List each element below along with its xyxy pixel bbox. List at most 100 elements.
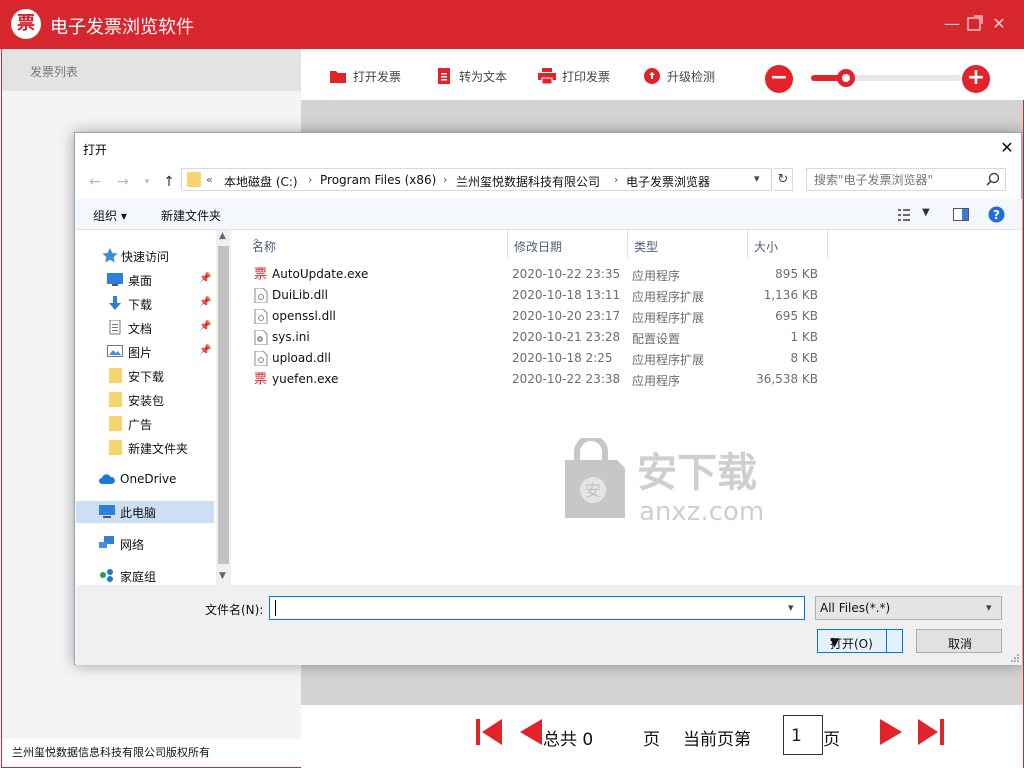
watermark-logo: 安 安下载 anxz.com	[565, 438, 764, 523]
refresh-button[interactable]: ↻	[774, 168, 793, 191]
file-list: 名称 ^ 修改日期 类型 大小 票 AutoUpdate.exe 2020-10…	[231, 230, 1022, 585]
recent-locations-button[interactable]: ▾	[137, 172, 157, 192]
invoice-app-icon: 票	[254, 267, 268, 282]
convert-to-text-button[interactable]: 转为文本	[435, 66, 507, 86]
resize-grip-icon[interactable]	[1010, 653, 1020, 663]
first-page-button[interactable]	[474, 717, 504, 747]
document-icon	[438, 68, 450, 84]
file-type-filter[interactable]: All Files(*.*) ▾	[815, 596, 1002, 620]
column-header-type[interactable]: 类型	[628, 230, 748, 259]
column-header-name[interactable]: 名称 ^	[246, 230, 508, 259]
pin-icon: 📌	[199, 345, 212, 356]
address-overflow[interactable]: «	[206, 173, 213, 186]
breadcrumb-local-disk[interactable]: 本地磁盘 (C:)	[224, 173, 298, 190]
view-options-dropdown-icon[interactable]: ▼	[922, 207, 930, 218]
nav-homegroup[interactable]: 家庭组	[76, 565, 216, 585]
filename-label: 文件名(N):	[205, 603, 264, 617]
network-icon	[99, 536, 114, 548]
nav-item-downloads[interactable]: 下载 📌	[76, 293, 216, 315]
nav-item-documents[interactable]: 文档 📌	[76, 317, 216, 339]
open-options-dropdown-icon[interactable]: ▼	[830, 635, 839, 649]
breadcrumb-program-files[interactable]: Program Files (x86)	[320, 173, 436, 187]
current-page-input[interactable]: 1	[783, 715, 823, 755]
file-row[interactable]: openssl.dll 2020-10-20 23:17 应用程序扩展 695 …	[249, 306, 829, 327]
file-row[interactable]: 票 yuefen.exe 2020-10-22 23:38 应用程序 36,53…	[249, 369, 829, 390]
dll-file-icon	[254, 288, 268, 303]
nav-quick-access[interactable]: 快速访问	[76, 245, 216, 267]
print-invoice-button[interactable]: 打印发票	[538, 66, 610, 86]
last-page-button[interactable]	[916, 717, 946, 747]
nav-item-anxiazai[interactable]: 安下载	[76, 365, 216, 387]
filename-combobox[interactable]: ▾	[269, 596, 805, 620]
maximize-button[interactable]	[965, 14, 985, 34]
organize-menu[interactable]: 组织 ▾	[93, 207, 127, 224]
previous-page-button[interactable]	[518, 717, 544, 747]
nav-item-ads[interactable]: 广告	[76, 413, 216, 435]
app-titlebar: 票 电子发票浏览软件 — ✕	[0, 0, 1024, 49]
column-header-size[interactable]: 大小	[748, 230, 828, 259]
download-icon	[109, 296, 121, 310]
breadcrumb-company[interactable]: 兰州玺悦数据科技有限公司	[456, 173, 600, 190]
navigation-scrollbar[interactable]: ▲ ▼	[216, 230, 231, 585]
next-page-button[interactable]	[878, 717, 904, 747]
cancel-button[interactable]: 取消	[916, 629, 1002, 653]
breadcrumb-separator: ›	[614, 173, 619, 186]
open-button[interactable]: 打开(O) ▼	[817, 629, 903, 653]
chevron-down-icon: ▾	[986, 601, 992, 614]
preview-pane-icon[interactable]	[953, 208, 969, 221]
scroll-down-icon[interactable]: ▼	[219, 571, 226, 581]
column-header-date[interactable]: 修改日期	[508, 230, 628, 259]
file-row[interactable]: 票 AutoUpdate.exe 2020-10-22 23:35 应用程序 8…	[249, 264, 829, 285]
nav-network[interactable]: 网络	[76, 533, 216, 555]
folder-icon	[109, 392, 122, 407]
dll-file-icon	[254, 309, 268, 324]
nav-item-desktop[interactable]: 桌面 📌	[76, 269, 216, 291]
help-icon[interactable]: ?	[988, 206, 1005, 223]
current-page-suffix: 页	[823, 730, 840, 750]
address-bar[interactable]: « 本地磁盘 (C:) › Program Files (x86) › 兰州玺悦…	[181, 168, 772, 191]
search-icon	[986, 172, 1000, 186]
forward-button[interactable]: →	[113, 172, 133, 192]
app-title: 电子发票浏览软件	[50, 17, 194, 38]
back-button[interactable]: ←	[85, 172, 105, 192]
pictures-icon	[107, 345, 123, 357]
minimize-button[interactable]: —	[942, 14, 962, 34]
cloud-upload-icon	[644, 68, 660, 84]
ini-file-icon	[254, 330, 268, 345]
upgrade-check-button[interactable]: 升级检测	[643, 66, 715, 86]
scroll-up-icon[interactable]: ▲	[219, 231, 226, 241]
star-icon	[102, 248, 118, 263]
dialog-close-button[interactable]: ✕	[996, 137, 1018, 159]
nav-item-installers[interactable]: 安装包	[76, 389, 216, 411]
navigation-scrollbar-thumb[interactable]	[218, 246, 229, 564]
address-dropdown-icon[interactable]: ▾	[754, 172, 760, 185]
filename-dropdown-icon[interactable]: ▾	[788, 601, 794, 614]
dialog-title: 打开	[83, 143, 108, 157]
up-button[interactable]: ↑	[159, 172, 179, 192]
zoom-slider-thumb[interactable]	[837, 69, 855, 87]
nav-item-pictures[interactable]: 图片 📌	[76, 341, 216, 363]
search-box[interactable]	[806, 168, 1006, 191]
zoom-in-button[interactable]: +	[962, 65, 990, 93]
nav-onedrive[interactable]: OneDrive	[76, 469, 216, 491]
search-input[interactable]	[808, 170, 978, 189]
new-folder-button[interactable]: 新建文件夹	[161, 207, 221, 224]
view-options-icon[interactable]	[898, 208, 916, 221]
open-invoice-button[interactable]: 打开发票	[329, 66, 401, 86]
file-row[interactable]: DuiLib.dll 2020-10-18 13:11 应用程序扩展 1,136…	[249, 285, 829, 306]
svg-text:安: 安	[585, 481, 601, 500]
breadcrumb-separator: ›	[308, 173, 313, 186]
nav-item-new-folder[interactable]: 新建文件夹	[76, 437, 216, 459]
filename-input[interactable]	[271, 598, 781, 618]
zoom-out-button[interactable]: −	[765, 65, 793, 93]
document-icon	[109, 320, 121, 335]
file-row[interactable]: sys.ini 2020-10-21 23:28 配置设置 1 KB	[249, 327, 829, 348]
zoom-slider[interactable]	[811, 69, 961, 87]
folder-icon	[187, 172, 201, 187]
pin-icon: 📌	[199, 273, 212, 284]
breadcrumb-current-folder[interactable]: 电子发票浏览器	[626, 173, 710, 190]
navigation-pane: 快速访问 桌面 📌 下载 📌 文档 📌 图片 📌 安下载 安装包 广告 新建文件…	[76, 230, 231, 585]
nav-this-pc[interactable]: 此电脑	[76, 501, 214, 523]
file-row[interactable]: upload.dll 2020-10-18 2:25 应用程序扩展 8 KB	[249, 348, 829, 369]
close-button[interactable]: ✕	[989, 14, 1009, 34]
